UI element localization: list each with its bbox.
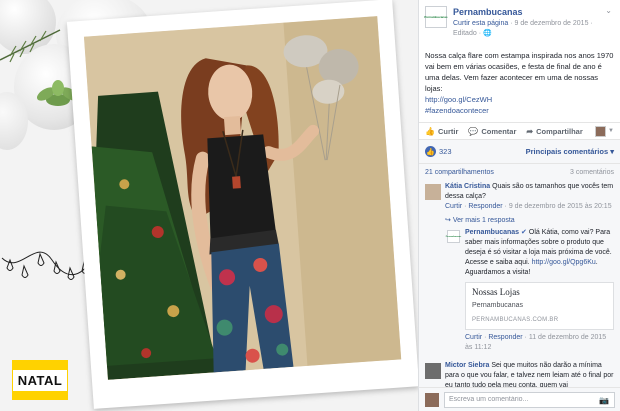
model-photo-illustration — [83, 16, 402, 380]
comment-button[interactable]: 💬 Comentar — [468, 127, 516, 136]
comment-input-row: 📷 — [419, 387, 620, 411]
page-reply-avatar[interactable]: Pernambucanas — [446, 230, 461, 243]
likes-row: 👍 323 Principais comentários ▾ — [419, 140, 620, 164]
share-row: 21 compartilhamentos 3 comentários — [419, 164, 620, 180]
share-arrow-icon: ➦ — [526, 126, 534, 136]
thumbs-up-icon: 👍 — [425, 126, 435, 136]
reply-date[interactable]: 11 de dezembro de 2015 às 11:12 — [465, 334, 606, 351]
post-link[interactable]: http://goo.gl/CezWH — [425, 94, 614, 105]
commenter-avatar[interactable] — [425, 363, 441, 379]
comment-item: Kátia Cristina Quais são os tamanhos que… — [425, 182, 614, 212]
chevron-down-icon[interactable]: ⌄ — [605, 6, 612, 15]
post-header: Pernambucanas Pernambucanas Curtir esta … — [419, 0, 620, 40]
hashtag-link[interactable]: #fazendoacontecer — [425, 105, 614, 116]
globe-icon: 🌐 — [483, 30, 492, 37]
product-photo — [83, 16, 402, 380]
reply-arrow-icon: ↪ — [445, 217, 451, 224]
link-card-title: Nossas Lojas — [472, 287, 520, 297]
natal-badge: NATAL — [12, 360, 68, 400]
likes-count[interactable]: 323 — [439, 147, 452, 156]
comment-sort-dropdown[interactable]: Principais comentários ▾ — [526, 147, 614, 156]
verified-icon: ✔ — [521, 229, 527, 236]
like-page-link[interactable]: Curtir esta página — [453, 20, 508, 27]
like-reaction-icon: 👍 — [425, 146, 436, 157]
link-card-subtitle: Pernambucanas — [472, 302, 523, 309]
comment-date[interactable]: 9 de dezembro de 2015 às 20:15 — [509, 203, 612, 210]
comment-like-link[interactable]: Curtir — [445, 203, 462, 210]
page-name-link[interactable]: Pernambucanas — [453, 7, 523, 17]
reply-link[interactable]: http://goo.gl/Qpg6Ku — [532, 259, 596, 266]
link-preview-card[interactable]: Nossas Lojas Pernambucanas PERNAMBUCANAS… — [465, 282, 614, 330]
post-meta: Curtir esta página · 9 de dezembro de 20… — [453, 20, 593, 37]
photo-panel: NATAL — [0, 0, 418, 411]
polaroid-frame — [66, 0, 418, 409]
caret-down-icon[interactable]: ▼ — [608, 128, 614, 134]
comment-input[interactable] — [444, 391, 615, 408]
page-avatar-logo: Pernambucanas — [424, 15, 448, 19]
viewer-avatar[interactable] — [425, 392, 439, 407]
commenter-avatar[interactable] — [425, 184, 441, 200]
shares-count[interactable]: 21 compartilhamentos — [425, 169, 494, 176]
reply-reply-link[interactable]: Responder — [488, 334, 522, 341]
facebook-post-panel: Pernambucanas Pernambucanas Curtir esta … — [418, 0, 620, 411]
reply-like-link[interactable]: Curtir — [465, 334, 482, 341]
comment-reply-link[interactable]: Responder — [468, 203, 502, 210]
commenter-name[interactable]: Kátia Cristina — [445, 183, 490, 190]
comment-meta: Curtir · Responder · 9 de dezembro de 20… — [445, 203, 612, 210]
post-text: Nossa calça flare com estampa inspirada … — [425, 51, 614, 116]
viewer-avatar[interactable] — [595, 125, 607, 137]
link-card-domain: PERNAMBUCANAS.COM.BR — [472, 317, 559, 323]
comments-count: 3 comentários — [570, 168, 614, 176]
post-date[interactable]: 9 de dezembro de 2015 — [515, 20, 589, 27]
reply-author-name[interactable]: Pernambucanas — [465, 229, 519, 236]
view-more-replies-link[interactable]: ↪ Ver mais 1 resposta — [425, 216, 614, 224]
reply-meta: Curtir · Responder · 11 de dezembro de 2… — [465, 334, 607, 351]
like-button[interactable]: 👍 Curtir — [425, 127, 458, 136]
reply-item: Pernambucanas Pernambucanas ✔ Olá Kátia,… — [446, 228, 614, 353]
page-avatar[interactable]: Pernambucanas — [424, 6, 448, 28]
speech-bubble-icon: 💬 — [468, 126, 479, 136]
natal-badge-label: NATAL — [12, 369, 68, 391]
edited-label[interactable]: Editado — [453, 30, 477, 37]
comments-section: Kátia Cristina Quais são os tamanhos que… — [419, 180, 620, 392]
share-button[interactable]: ➦ Compartilhar — [526, 127, 582, 136]
camera-icon[interactable]: 📷 — [599, 396, 609, 405]
post-action-bar: 👍 Curtir 💬 Comentar ➦ Compartilhar ▼ — [419, 122, 620, 140]
commenter-name[interactable]: Mictor Siebra — [445, 362, 489, 369]
